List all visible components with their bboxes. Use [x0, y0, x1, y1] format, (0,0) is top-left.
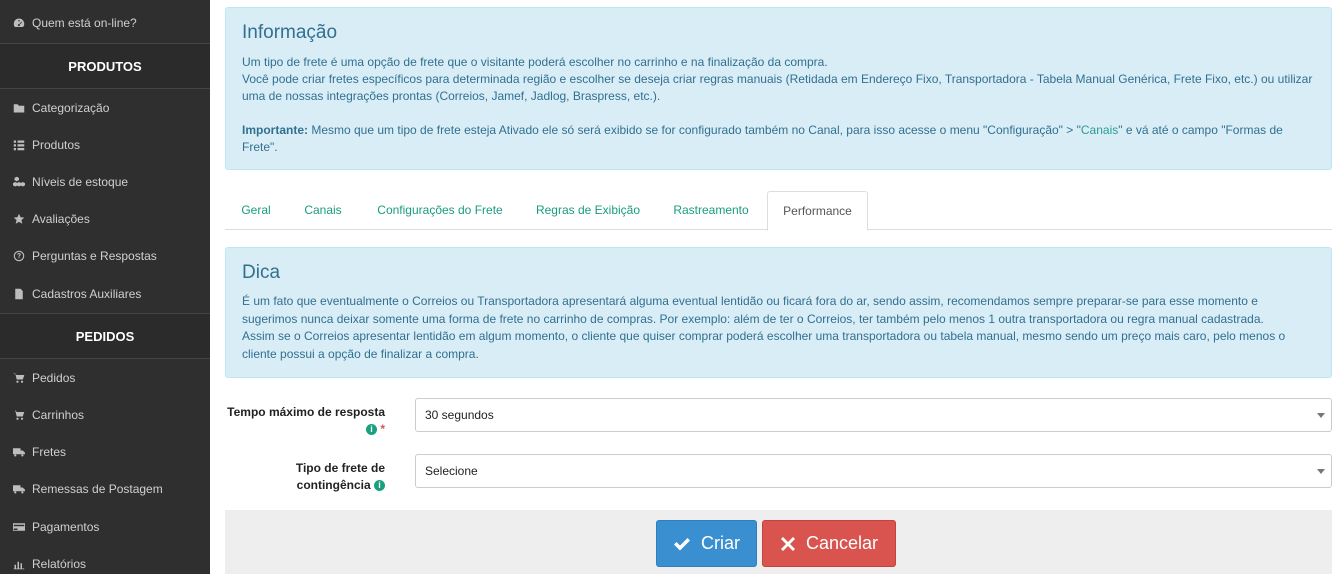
sidebar-item-label: Categorização — [32, 100, 110, 115]
fallback-label-line-1: Tipo de frete de — [295, 461, 385, 475]
required-mark: * — [380, 422, 385, 436]
sidebar-item-categorizacao[interactable]: Categorização — [0, 89, 210, 126]
timeout-select[interactable]: 30 segundos — [415, 398, 1332, 432]
sidebar-item-pedidos[interactable]: Pedidos — [0, 359, 210, 396]
sidebar-item-label: Perguntas e Respostas — [32, 248, 157, 263]
check-icon — [673, 536, 691, 552]
info-icon[interactable]: i — [374, 480, 385, 492]
info-text: Um tipo de frete é uma opção de frete qu… — [242, 54, 1315, 156]
file-icon — [12, 288, 26, 300]
fallback-label-line-2: contingência — [296, 478, 371, 492]
sidebar-item-label: Produtos — [32, 137, 81, 152]
sidebar-item-label: Avaliações — [32, 211, 90, 226]
timeout-label-text: Tempo máximo de resposta — [227, 405, 385, 419]
question-circle-icon — [12, 250, 26, 262]
tip-alert: Dica É um fato que eventualmente o Corre… — [225, 247, 1332, 378]
sidebar-item-avaliacoes[interactable]: Avaliações — [0, 200, 210, 237]
chevron-down-icon — [1317, 469, 1325, 474]
credit-card-icon — [12, 521, 26, 533]
close-icon — [780, 536, 796, 552]
tab-configuracoes-frete[interactable]: Configurações do Frete — [359, 190, 521, 230]
timeout-select-value: 30 segundos — [425, 408, 494, 422]
sidebar-item-label: Níveis de estoque — [32, 174, 129, 189]
sidebar-item-pagamentos[interactable]: Pagamentos — [0, 508, 210, 545]
tip-line-2: Assim se o Correios apresentar lentidão … — [242, 329, 1286, 361]
sidebar: Quem está on-line? PRODUTOS Categorizaçã… — [0, 0, 210, 574]
cart-icon — [12, 372, 26, 384]
cubes-icon — [12, 176, 26, 188]
sidebar-item-label: Pagamentos — [32, 519, 100, 534]
tip-text: É um fato que eventualmente o Correios o… — [242, 293, 1315, 363]
sidebar-item-estoque[interactable]: Níveis de estoque — [0, 163, 210, 200]
tab-rastreamento[interactable]: Rastreamento — [655, 190, 767, 230]
info-line-1: Um tipo de frete é uma opção de frete qu… — [242, 55, 828, 69]
info-important: Importante: Mesmo que um tipo de frete e… — [242, 122, 1315, 156]
create-button-label: Criar — [701, 533, 740, 553]
sidebar-item-label: Relatórios — [32, 556, 87, 571]
canais-link[interactable]: Canais — [1081, 123, 1118, 137]
tab-performance[interactable]: Performance — [767, 191, 868, 231]
sidebar-item-perguntas[interactable]: Perguntas e Respostas — [0, 237, 210, 274]
sidebar-section-produtos: PRODUTOS — [0, 43, 210, 89]
tab-canais[interactable]: Canais — [287, 190, 359, 230]
sidebar-item-label: Cadastros Auxiliares — [32, 286, 142, 301]
sidebar-item-label: Remessas de Postagem — [32, 481, 163, 496]
sidebar-section-pedidos: PEDIDOS — [0, 313, 210, 359]
list-icon — [12, 139, 26, 151]
sidebar-item-label: Carrinhos — [32, 407, 85, 422]
sidebar-item-online[interactable]: Quem está on-line? — [0, 4, 210, 41]
timeout-label: Tempo máximo de resposta i * — [225, 404, 385, 438]
sidebar-item-fretes[interactable]: Fretes — [0, 433, 210, 470]
create-button[interactable]: Criar — [656, 520, 757, 567]
important-label: Importante: — [242, 123, 308, 137]
dashboard-icon — [12, 17, 26, 29]
sidebar-item-remessas[interactable]: Remessas de Postagem — [0, 470, 210, 507]
sidebar-item-carrinhos[interactable]: Carrinhos — [0, 396, 210, 433]
tab-geral[interactable]: Geral — [225, 190, 287, 230]
cancel-button-label: Cancelar — [805, 533, 879, 553]
tip-line-1: É um fato que eventualmente o Correios o… — [242, 294, 1264, 326]
info-title: Informação — [242, 22, 338, 43]
important-text-a: Mesmo que um tipo de frete esteja Ativad… — [308, 123, 1081, 137]
tab-bar: Geral Canais Configurações do Frete Regr… — [225, 190, 1332, 231]
truck-icon — [12, 483, 26, 495]
sidebar-item-label: Fretes — [32, 444, 67, 459]
info-icon[interactable]: i — [365, 424, 377, 436]
sidebar-item-produtos[interactable]: Produtos — [0, 126, 210, 163]
star-icon — [12, 213, 26, 225]
fallback-select[interactable]: Selecione — [415, 454, 1332, 488]
tip-title: Dica — [242, 262, 281, 283]
sidebar-item-cadastros[interactable]: Cadastros Auxiliares — [0, 275, 210, 312]
bar-chart-icon — [12, 558, 26, 570]
sidebar-item-label: Pedidos — [32, 370, 76, 385]
truck-icon — [12, 446, 26, 458]
cancel-button[interactable]: Cancelar — [762, 520, 896, 567]
cart-icon — [12, 409, 26, 421]
chevron-down-icon — [1317, 413, 1325, 418]
sidebar-item-relatorios[interactable]: Relatórios — [0, 545, 210, 574]
folder-icon — [12, 102, 26, 114]
sidebar-item-label: Quem está on-line? — [32, 15, 137, 30]
info-alert: Informação Um tipo de frete é uma opção … — [225, 7, 1332, 170]
fallback-label: Tipo de frete de contingência i — [225, 460, 385, 494]
fallback-select-value: Selecione — [425, 464, 478, 478]
tab-regras-exibicao[interactable]: Regras de Exibição — [521, 190, 655, 230]
info-line-2: Você pode criar fretes específicos para … — [242, 72, 1313, 103]
